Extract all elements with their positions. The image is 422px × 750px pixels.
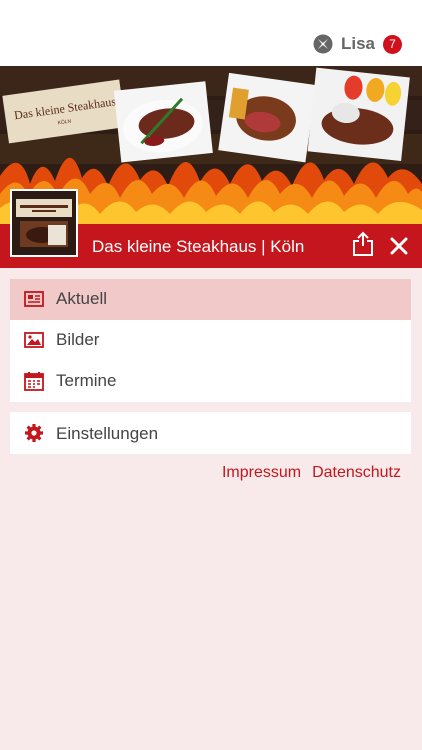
gear-icon	[25, 424, 43, 442]
thumbnail-image	[12, 191, 76, 255]
app-logo-icon	[313, 34, 333, 54]
datenschutz-link[interactable]: Datenschutz	[312, 464, 401, 482]
notification-badge[interactable]: 7	[383, 34, 402, 54]
restaurant-thumbnail	[10, 189, 78, 257]
restaurant-title: Das kleine Steakhaus | Köln	[92, 237, 305, 256]
user-name[interactable]: Lisa	[341, 34, 375, 54]
newspaper-icon	[24, 291, 44, 307]
menu-item-aktuell[interactable]: Aktuell	[10, 279, 411, 320]
top-bar: Lisa 7	[0, 0, 422, 66]
footer-links: Impressum Datenschutz	[222, 464, 401, 482]
share-icon[interactable]	[351, 231, 375, 257]
close-icon[interactable]	[389, 236, 409, 256]
user-area[interactable]: Lisa 7	[313, 33, 402, 55]
menu-item-termine[interactable]: Termine	[10, 361, 411, 402]
calendar-icon	[24, 372, 44, 391]
menu-item-label: Bilder	[56, 330, 100, 349]
menu-item-label: Aktuell	[56, 289, 108, 308]
image-icon	[24, 332, 44, 348]
settings-item[interactable]: Einstellungen	[10, 412, 411, 454]
main-menu: Aktuell Bilder Termine	[10, 279, 411, 402]
settings-label: Einstellungen	[56, 424, 159, 443]
menu-item-bilder[interactable]: Bilder	[10, 320, 411, 361]
impressum-link[interactable]: Impressum	[222, 464, 301, 482]
menu-item-label: Termine	[56, 371, 117, 390]
